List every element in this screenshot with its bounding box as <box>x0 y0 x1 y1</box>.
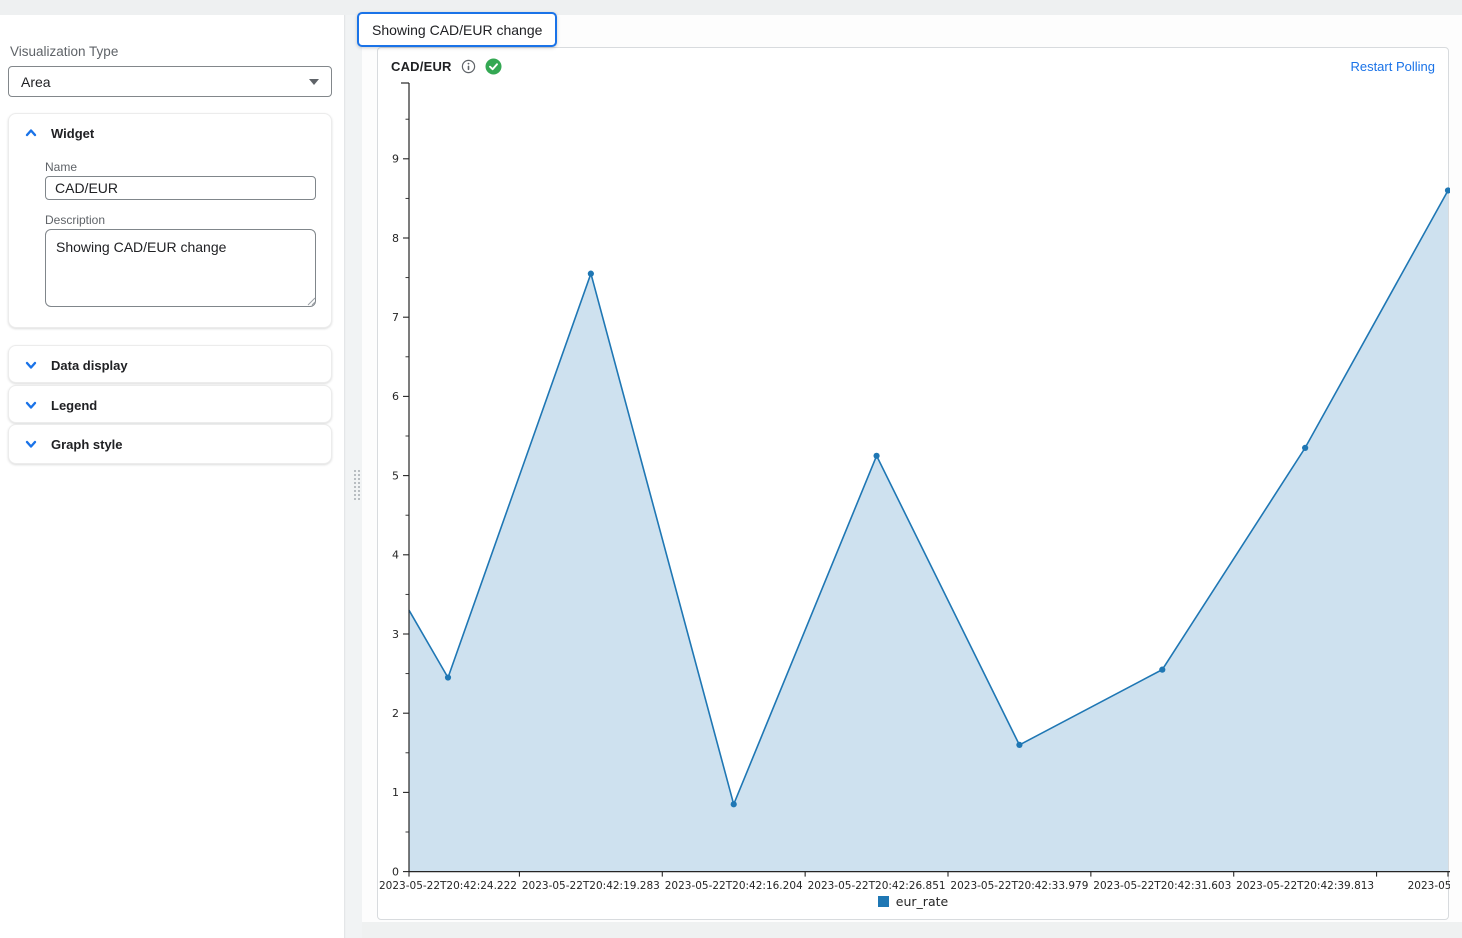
tooltip-text: Showing CAD/EUR change <box>372 22 542 38</box>
legend-swatch-icon <box>878 896 889 907</box>
svg-text:6: 6 <box>392 390 399 403</box>
svg-text:5: 5 <box>392 469 399 482</box>
svg-text:2: 2 <box>392 707 399 720</box>
splitter-gutter <box>346 15 362 938</box>
svg-text:0: 0 <box>392 865 399 878</box>
section-legend-header[interactable]: Legend <box>9 386 331 424</box>
textarea-resize-handle-icon[interactable] <box>306 296 316 306</box>
bottom-band <box>362 922 1462 938</box>
section-label: Data display <box>51 358 128 373</box>
chevron-down-icon <box>23 357 39 373</box>
visualization-type-label: Visualization Type <box>10 44 118 59</box>
widget-section-header[interactable]: Widget <box>9 114 331 152</box>
chart-legend[interactable]: eur_rate <box>378 894 1448 909</box>
description-tooltip: Showing CAD/EUR change <box>357 12 557 47</box>
svg-text:2023-05-22T20:42:31.603: 2023-05-22T20:42:31.603 <box>1093 880 1231 892</box>
section-legend: Legend <box>8 385 332 423</box>
svg-text:2023-05-22T20:42:19.283: 2023-05-22T20:42:19.283 <box>522 880 660 892</box>
config-sidebar: Visualization Type Area Widget Name Desc… <box>0 15 345 938</box>
svg-text:2023-05-22T20: 2023-05-22T20 <box>1408 880 1450 892</box>
section-label: Legend <box>51 398 97 413</box>
visualization-type-select[interactable]: Area <box>8 66 332 97</box>
chart-card: CAD/EUR Restart Polling 01234567892023-0… <box>377 47 1449 920</box>
description-textarea[interactable]: Showing CAD/EUR change <box>45 229 316 307</box>
svg-text:2023-05-22T20:42:24.222: 2023-05-22T20:42:24.222 <box>379 880 517 892</box>
svg-text:3: 3 <box>392 628 399 641</box>
svg-text:2023-05-22T20:42:33.979: 2023-05-22T20:42:33.979 <box>950 880 1088 892</box>
section-graph-style: Graph style <box>8 424 332 464</box>
name-input[interactable] <box>45 176 316 200</box>
svg-text:7: 7 <box>392 311 399 324</box>
legend-label: eur_rate <box>896 894 948 909</box>
splitter-handle[interactable] <box>353 469 361 501</box>
svg-text:1: 1 <box>392 786 399 799</box>
widget-section-title: Widget <box>51 126 94 141</box>
section-data-display: Data display <box>8 345 332 383</box>
name-label: Name <box>45 160 77 174</box>
chevron-up-icon <box>23 125 39 141</box>
chevron-down-icon <box>23 436 39 452</box>
svg-text:2023-05-22T20:42:39.813: 2023-05-22T20:42:39.813 <box>1236 880 1374 892</box>
svg-text:2023-05-22T20:42:26.851: 2023-05-22T20:42:26.851 <box>808 880 946 892</box>
chevron-down-icon <box>23 397 39 413</box>
description-label: Description <box>45 213 105 227</box>
visualization-type-value: Area <box>21 74 309 90</box>
section-graph-style-header[interactable]: Graph style <box>9 425 331 463</box>
svg-text:8: 8 <box>392 232 399 245</box>
svg-text:2023-05-22T20:42:16.204: 2023-05-22T20:42:16.204 <box>665 880 803 892</box>
svg-text:4: 4 <box>392 549 399 562</box>
widget-panel: Widget Name Description Showing CAD/EUR … <box>8 113 332 328</box>
svg-text:9: 9 <box>392 153 399 166</box>
area-chart: 0 1 2 3 4 5 6 7 8 9 2023-05-22T20:42:24.222 2023-05… <box>378 48 1450 921</box>
dropdown-arrow-icon <box>309 79 319 85</box>
section-data-display-header[interactable]: Data display <box>9 346 331 384</box>
section-label: Graph style <box>51 437 123 452</box>
